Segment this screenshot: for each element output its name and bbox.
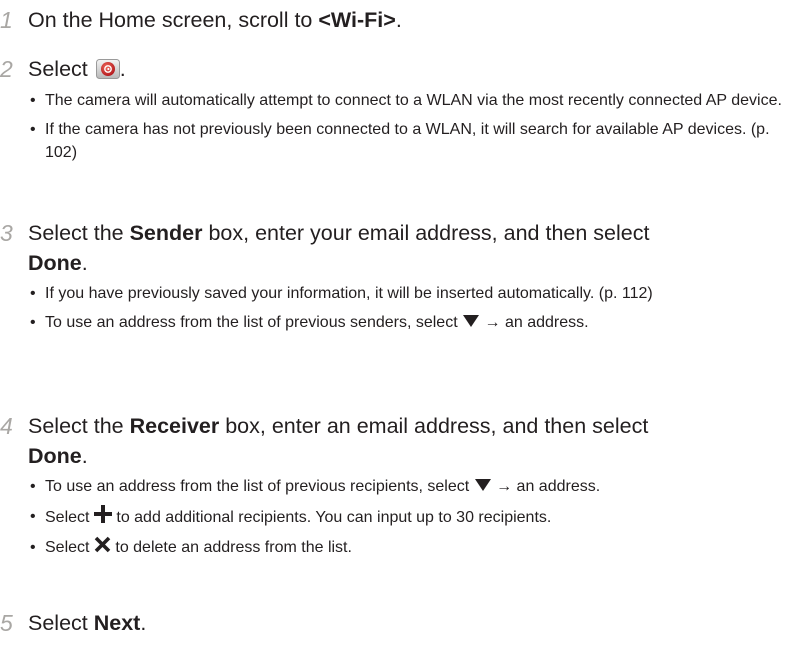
bullet-text: → an address. — [480, 314, 589, 331]
bullet-dot: • — [30, 92, 36, 109]
plus-icon — [93, 505, 112, 530]
sender-label: Sender — [129, 221, 203, 245]
list-item: • Select to add additional recipients. Yo… — [28, 505, 785, 530]
step-text: On the Home screen, scroll to <Wi-Fi>. — [28, 5, 402, 35]
bullet-dot: • — [30, 121, 36, 138]
step-text-part: . — [81, 251, 88, 275]
step-number: 4 — [0, 413, 13, 439]
step-text: Select the Receiver box, enter an email … — [28, 411, 788, 471]
dropdown-triangle-icon — [474, 476, 492, 499]
step-text-part: Select — [28, 57, 94, 81]
step-text-part: . — [81, 444, 88, 468]
step-text-part: . — [119, 57, 126, 81]
list-item: • To use an address from the list of prev… — [28, 311, 785, 335]
step-text: Select the Sender box, enter your email … — [28, 218, 788, 278]
next-label: Next — [93, 611, 141, 635]
done-label: Done — [28, 444, 82, 468]
bullet-text: → an address. — [491, 478, 601, 495]
bullet-dot: • — [30, 539, 36, 556]
step-text-part: . — [395, 8, 402, 32]
bullet-dot: • — [30, 508, 36, 525]
step-number: 5 — [0, 610, 13, 636]
bullet-text: If the camera has not previously been co… — [45, 121, 770, 161]
bullet-text: to add additional recipients. You can in… — [111, 509, 552, 526]
receiver-label: Receiver — [129, 414, 220, 438]
email-app-icon — [95, 57, 120, 79]
list-item: • Select to delete an address from the li… — [28, 536, 785, 560]
step-2-bullets: • The camera will automatically attempt t… — [28, 89, 785, 164]
bullet-text: Select — [45, 509, 94, 526]
list-item: • To use an address from the list of prev… — [28, 475, 785, 499]
step-text-part: Select the — [28, 221, 130, 245]
step-text: Select Next. — [28, 608, 146, 638]
step-text-part: . — [140, 611, 147, 635]
step-number: 2 — [0, 56, 13, 82]
wifi-label: <Wi-Fi> — [318, 8, 396, 32]
bullet-text: to delete an address from the list. — [110, 539, 352, 556]
step-3-bullets: • If you have previously saved your infor… — [28, 282, 785, 335]
step-number: 1 — [0, 7, 13, 33]
step-text-part: box, enter an email address, and then se… — [219, 414, 649, 438]
bullet-dot: • — [30, 478, 36, 495]
step-text-part: box, enter your email address, and then … — [202, 221, 650, 245]
bullet-text: To use an address from the list of previ… — [45, 478, 474, 495]
instruction-page: 1 On the Home screen, scroll to <Wi-Fi>.… — [0, 0, 791, 647]
step-text-part: On the Home screen, scroll to — [28, 8, 319, 32]
close-x-icon — [94, 536, 111, 560]
step-text: Select . — [28, 54, 126, 84]
step-text-part: Select the — [28, 414, 130, 438]
bullet-text: The camera will automatically attempt to… — [45, 92, 782, 109]
step-text-part: Select — [28, 611, 94, 635]
list-item: • If you have previously saved your infor… — [28, 282, 785, 305]
step-4-bullets: • To use an address from the list of prev… — [28, 475, 785, 560]
done-label: Done — [28, 251, 82, 275]
bullet-text: Select — [45, 539, 94, 556]
step-number: 3 — [0, 220, 13, 246]
bullet-text: If you have previously saved your inform… — [45, 285, 653, 302]
bullet-dot: • — [30, 314, 36, 331]
bullet-text: To use an address from the list of previ… — [45, 314, 463, 331]
list-item: • The camera will automatically attempt t… — [28, 89, 785, 112]
dropdown-triangle-icon — [462, 312, 480, 335]
bullet-dot: • — [30, 285, 36, 302]
list-item: • If the camera has not previously been c… — [28, 118, 785, 164]
